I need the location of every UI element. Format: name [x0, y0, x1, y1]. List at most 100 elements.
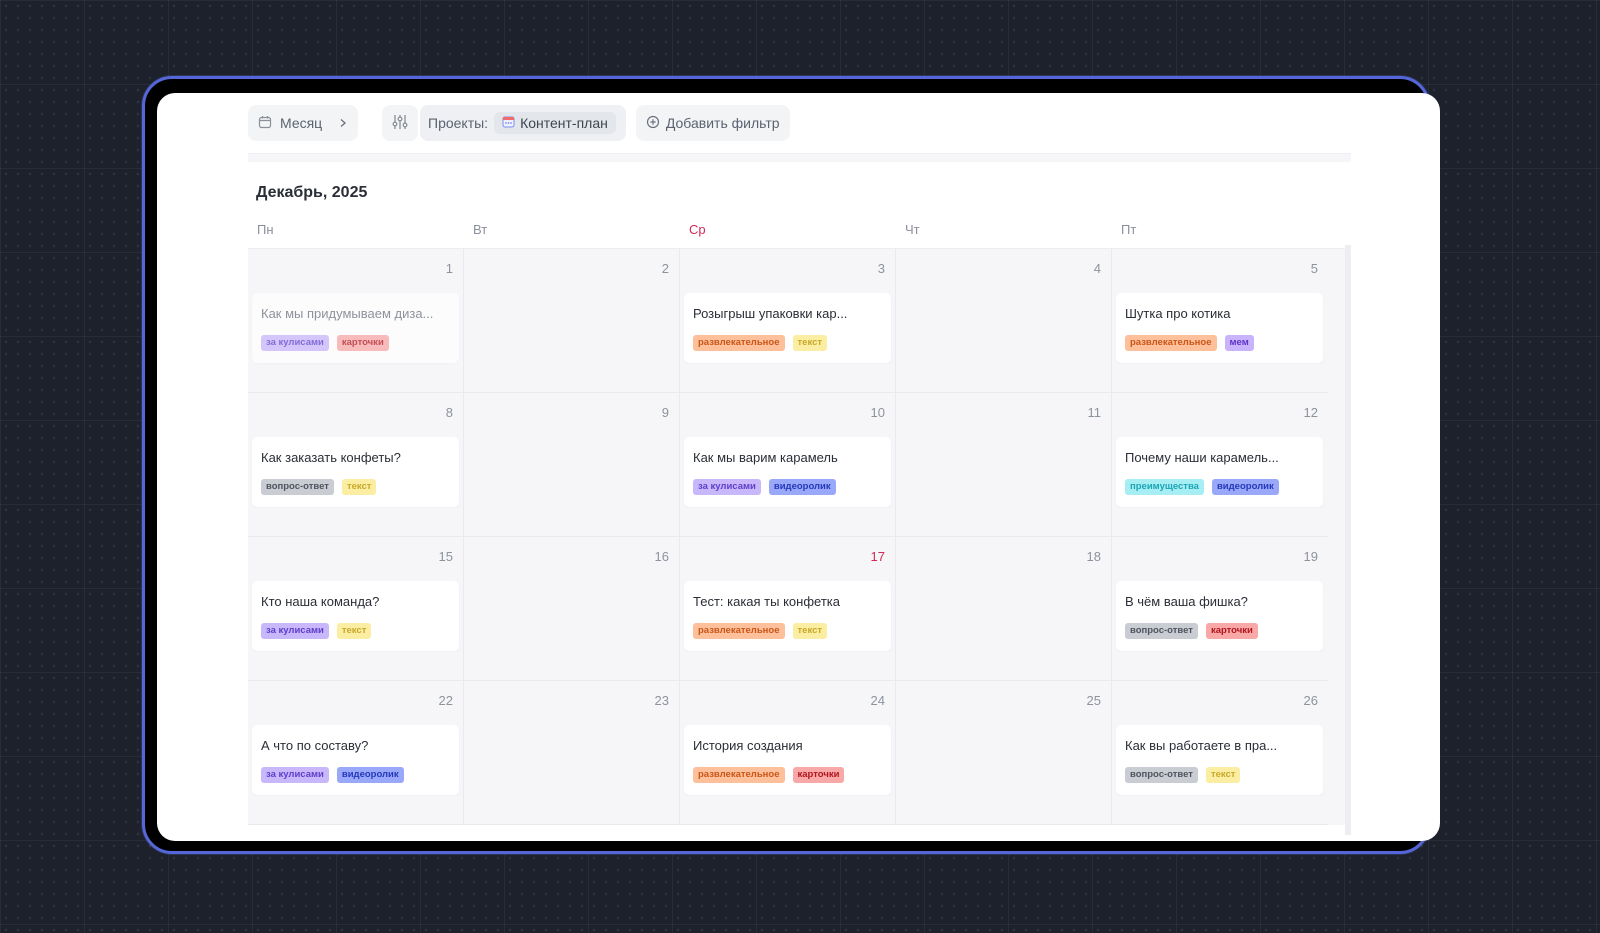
event-card[interactable]: Кто наша команда? за кулисами текст [252, 581, 459, 651]
day-cell[interactable]: 4 [896, 249, 1112, 393]
tag-badge: мем [1224, 335, 1254, 351]
day-cell[interactable]: 3 Розыгрыш упаковки кар... развлекательное… [680, 249, 896, 393]
event-tags: вопрос-ответ текст [1125, 767, 1314, 783]
day-number: 8 [445, 405, 453, 420]
day-cell[interactable]: 1 Как мы придумываем диза... за кулисами ка… [248, 249, 464, 393]
event-card[interactable]: Как мы варим карамель за кулисами видеорол… [684, 437, 891, 507]
event-card[interactable]: Шутка про котика развлекательное мем [1116, 293, 1323, 363]
day-cell[interactable]: 5 Шутка про котика развлекательное мем [1112, 249, 1328, 393]
day-number: 24 [870, 693, 885, 708]
tag-badge: текст [1205, 767, 1241, 783]
weekday-label: Пн [257, 222, 274, 237]
event-card[interactable]: Как мы придумываем диза... за кулисами кар… [252, 293, 459, 363]
plus-circle-icon [646, 115, 660, 132]
weekday-label: Вт [473, 222, 488, 237]
tag-badge: вопрос-ответ [261, 479, 334, 495]
project-chip[interactable]: Контент-план [494, 112, 616, 134]
day-cell[interactable]: 19 В чём ваша фишка? вопрос-ответ карточки [1112, 537, 1328, 681]
tag-badge: преимущества [1125, 479, 1204, 495]
day-number: 16 [654, 549, 669, 564]
tag-badge: видеоролик [336, 767, 404, 783]
event-title: Кто наша команда? [261, 594, 380, 609]
tag-badge: за кулисами [261, 623, 329, 639]
calendar-app: Месяц Проекты: Контент-план Добавить фил… [248, 93, 1351, 841]
month-title: Декабрь, 2025 [256, 184, 368, 201]
event-card[interactable]: Как вы работаете в пра... вопрос-ответ тек… [1116, 725, 1323, 795]
scrollbar[interactable] [1345, 245, 1351, 835]
day-cell[interactable]: 22 А что по составу? за кулисами видеоролик [248, 681, 464, 825]
calendar-view: Декабрь, 2025 Пн Вт Ср Чт Пт 1 Как мы придумы… [248, 162, 1351, 841]
event-tags: развлекательное карточки [693, 767, 882, 783]
chevron-right-icon [338, 115, 348, 131]
event-title: Шутка про котика [1125, 306, 1231, 321]
calendar-icon [258, 115, 272, 132]
tag-badge: развлекательное [693, 335, 785, 351]
event-tags: за кулисами текст [261, 623, 450, 639]
day-cell[interactable]: 12 Почему наши карамель... преимущества вид… [1112, 393, 1328, 537]
day-number: 9 [661, 405, 669, 420]
day-cell[interactable]: 8 Как заказать конфеты? вопрос-ответ текст [248, 393, 464, 537]
tag-badge: развлекательное [1125, 335, 1217, 351]
event-card[interactable]: История создания развлекательное карточки [684, 725, 891, 795]
tag-badge: за кулисами [261, 335, 329, 351]
event-tags: за кулисами карточки [261, 335, 450, 351]
toolbar: Месяц Проекты: Контент-план Добавить фил… [248, 93, 1351, 154]
day-cell[interactable]: 23 [464, 681, 680, 825]
day-cell[interactable]: 24 История создания развлекательное карточк… [680, 681, 896, 825]
event-tags: развлекательное мем [1125, 335, 1314, 351]
event-card[interactable]: Как заказать конфеты? вопрос-ответ текст [252, 437, 459, 507]
day-cell[interactable]: 15 Кто наша команда? за кулисами текст [248, 537, 464, 681]
day-number: 25 [1086, 693, 1101, 708]
projects-filter[interactable]: Проекты: Контент-план [420, 105, 626, 141]
day-cell[interactable]: 10 Как мы варим карамель за кулисами видеор… [680, 393, 896, 537]
tag-badge: развлекательное [693, 623, 785, 639]
day-number: 3 [877, 261, 885, 276]
add-filter-label: Добавить фильтр [665, 115, 780, 131]
event-tags: вопрос-ответ текст [261, 479, 450, 495]
tag-badge: за кулисами [261, 767, 329, 783]
event-card[interactable]: В чём ваша фишка? вопрос-ответ карточки [1116, 581, 1323, 651]
day-number: 5 [1310, 261, 1318, 276]
day-number: 2 [661, 261, 669, 276]
event-tags: за кулисами видеоролик [693, 479, 882, 495]
calendar-emoji-icon [502, 115, 515, 131]
day-cell[interactable]: 2 [464, 249, 680, 393]
tag-badge: текст [792, 623, 828, 639]
view-switch-button[interactable]: Месяц [248, 105, 358, 141]
day-cell[interactable]: 16 [464, 537, 680, 681]
tag-badge: текст [341, 479, 377, 495]
tag-badge: карточки [1205, 623, 1258, 639]
day-number: 4 [1093, 261, 1101, 276]
day-cell[interactable]: 9 [464, 393, 680, 537]
tag-badge: вопрос-ответ [1125, 767, 1198, 783]
tag-badge: текст [792, 335, 828, 351]
project-name: Контент-план [520, 115, 608, 131]
event-title: Почему наши карамель... [1125, 450, 1279, 465]
day-cell[interactable]: 11 [896, 393, 1112, 537]
event-card[interactable]: А что по составу? за кулисами видеоролик [252, 725, 459, 795]
day-cell[interactable]: 17 Тест: какая ты конфетка развлекательное… [680, 537, 896, 681]
event-card[interactable]: Почему наши карамель... преимущества видео… [1116, 437, 1323, 507]
event-title: Как заказать конфеты? [261, 450, 401, 465]
day-number: 19 [1303, 549, 1318, 564]
day-cell[interactable]: 18 [896, 537, 1112, 681]
event-tags: вопрос-ответ карточки [1125, 623, 1314, 639]
filter-settings-button[interactable] [382, 105, 418, 141]
tag-badge: видеоролик [1211, 479, 1279, 495]
weekday-label: Пт [1121, 222, 1137, 237]
event-tags: преимущества видеоролик [1125, 479, 1314, 495]
day-cell[interactable]: 25 [896, 681, 1112, 825]
day-number: 18 [1086, 549, 1101, 564]
event-title: Как вы работаете в пра... [1125, 738, 1278, 753]
event-title: Тест: какая ты конфетка [693, 594, 840, 609]
event-card[interactable]: Розыгрыш упаковки кар... развлекательное т… [684, 293, 891, 363]
event-card[interactable]: Тест: какая ты конфетка развлекательное те… [684, 581, 891, 651]
calendar-grid: 1 Как мы придумываем диза... за кулисами ка… [248, 249, 1351, 825]
event-tags: развлекательное текст [693, 335, 882, 351]
day-cell[interactable]: 26 Как вы работаете в пра... вопрос-ответ т… [1112, 681, 1328, 825]
day-number: 11 [1087, 405, 1102, 420]
tag-badge: за кулисами [693, 479, 761, 495]
device-screen: Месяц Проекты: Контент-план Добавить фил… [157, 93, 1440, 841]
weekday-label: Ср [689, 222, 706, 237]
add-filter-button[interactable]: Добавить фильтр [635, 105, 790, 141]
